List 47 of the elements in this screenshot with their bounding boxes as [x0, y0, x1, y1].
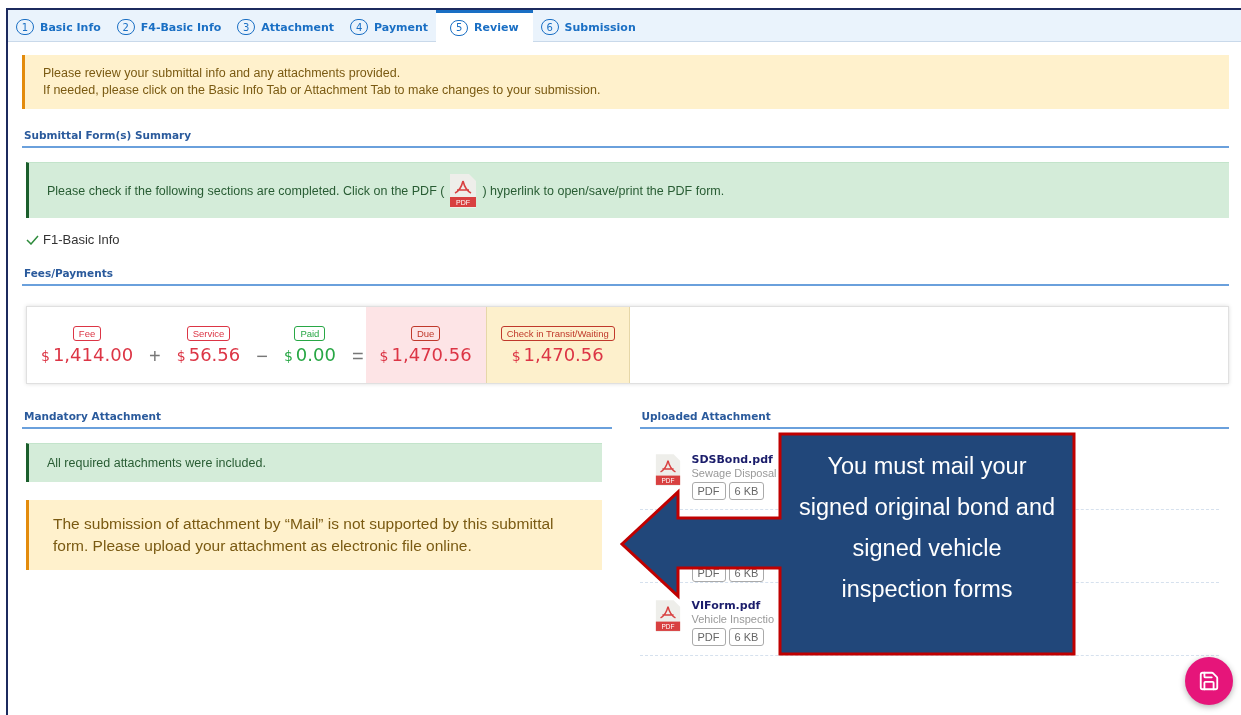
step-tab[interactable]: 5 Review: [436, 10, 533, 42]
file-description: Vehicle Inspectio: [691, 613, 775, 625]
fee-amount: $ 56.56: [176, 343, 241, 365]
tab-label: Basic Info: [40, 20, 101, 34]
tab-label: Review: [474, 21, 519, 34]
section-title: Mandatory Attachment: [22, 384, 612, 429]
step-tab[interactable]: 1 Basic Info: [8, 10, 109, 41]
step-tab[interactable]: 4 Payment: [342, 10, 437, 41]
section-title: Submittal Form(s) Summary: [22, 109, 1229, 148]
fee-amount: $ 1,470.56: [379, 343, 472, 365]
info-text: Please check if the following sections are completed. Click on the PDF (: [47, 183, 445, 198]
save-button[interactable]: [1185, 657, 1233, 705]
section-title: Fees/Payments: [22, 247, 1229, 286]
fee-label: Paid: [294, 325, 326, 341]
save-icon: [1198, 670, 1220, 692]
fee-label: Fee: [72, 325, 102, 341]
info-text: ) hyperlink to open/save/print the PDF form.: [482, 183, 725, 198]
callout-text: You must mail your signed original bond and signed vehicle inspection forms: [797, 452, 1057, 604]
tab-label: Payment: [374, 20, 429, 34]
tab-label: F4-Basic Info: [140, 20, 222, 34]
operator-sign: +: [148, 344, 162, 368]
file-tag: 6 KB: [728, 482, 765, 500]
tab-label: Attachment: [261, 20, 335, 34]
notice-text: If needed, please click on the Basic Info Tab or Attachment Tab to make changes to your submission.: [43, 82, 602, 99]
warning-alert: The submission of attachment by “Mail” is not supported by this submittal form. Please upload your attachment as electronic file online.: [26, 500, 602, 570]
success-alert: All required attachments were included.: [26, 443, 602, 482]
fee-label: Check in Transit/Waiting: [500, 325, 615, 341]
tab-label: Submission: [564, 20, 636, 34]
step-tab[interactable]: 6 Submission: [532, 10, 644, 41]
step-tab[interactable]: 2 F4-Basic Info: [108, 10, 230, 41]
file-tag: PDF: [691, 482, 726, 500]
operator-sign: −: [255, 344, 269, 368]
file-description: Sewage Disposal: [691, 467, 777, 479]
notice-text: Please review your submittal info and any attachments provided.: [43, 65, 402, 82]
fee-amount: $ 1,470.56: [511, 343, 604, 365]
fee-label: Due: [410, 325, 441, 341]
file-name[interactable]: VIForm.pdf: [691, 599, 775, 612]
file-tag: 6 KB: [728, 628, 765, 646]
fee-amount: $ 0.00: [283, 343, 336, 365]
step-tab[interactable]: 3 Attachment: [229, 10, 343, 41]
section-title: Uploaded Attachment: [639, 384, 1229, 429]
operator-sign: =: [350, 344, 365, 368]
file-tag: PDF: [691, 628, 726, 646]
file-name[interactable]: SDSBond.pdf: [691, 453, 777, 466]
fee-label: Service: [186, 325, 231, 341]
fee-amount: $ 1,414.00: [41, 343, 134, 365]
form-link[interactable]: F1-Basic Info: [43, 232, 120, 247]
